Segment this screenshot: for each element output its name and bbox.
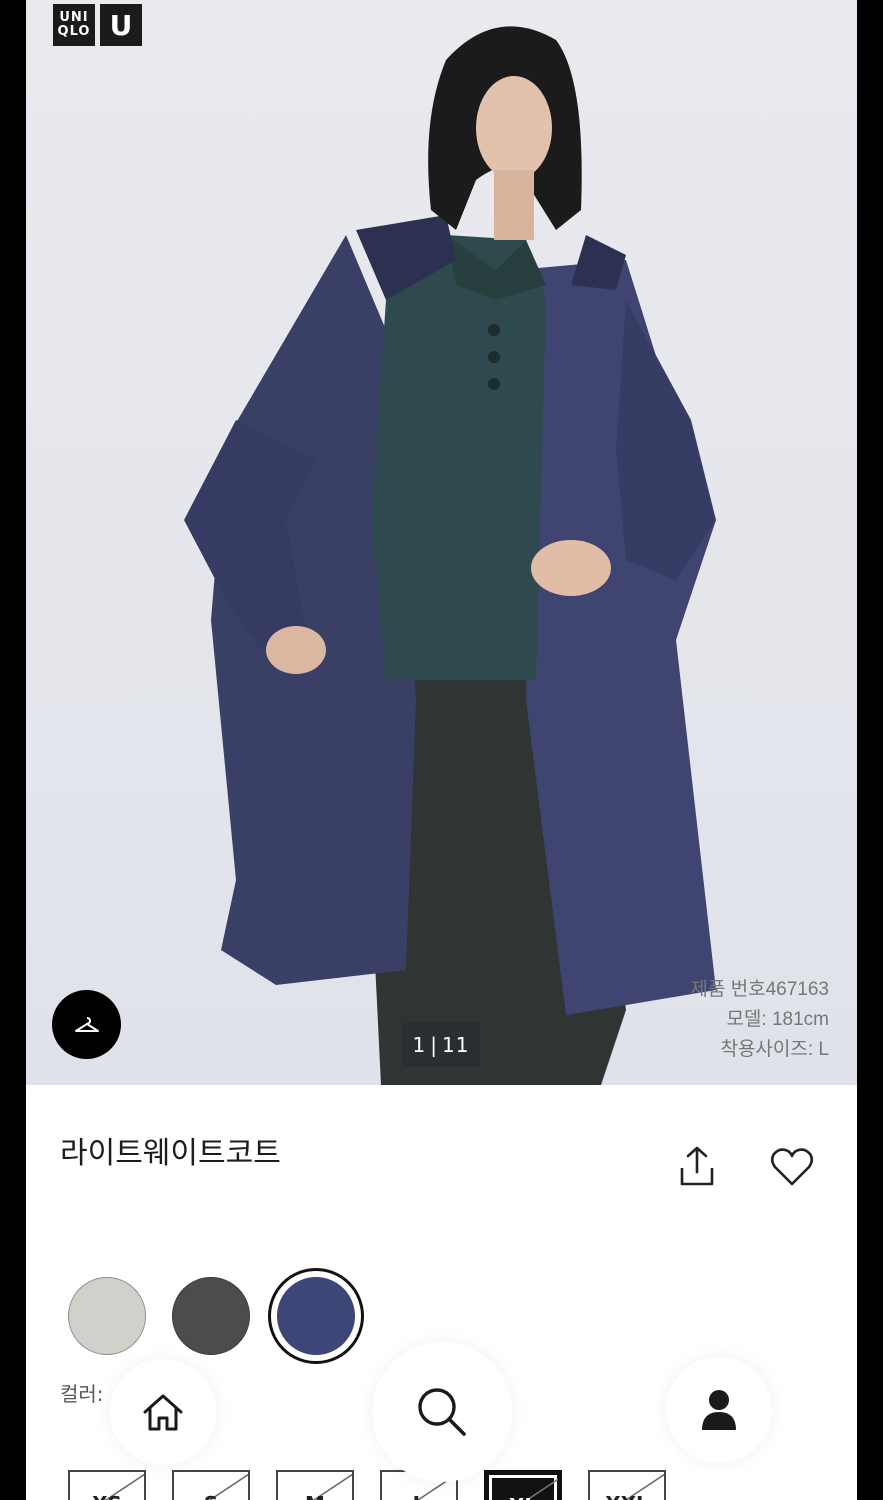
image-total: 11: [442, 1033, 470, 1057]
user-icon: [702, 1390, 736, 1430]
size-selector: XS S M L XL XXL: [68, 1470, 666, 1500]
color-label: 컬러:: [60, 1382, 104, 1406]
model-height: 모델: 181cm: [726, 1009, 829, 1030]
favorite-button[interactable]: [768, 1144, 816, 1190]
photo-meta: 제품 번호467163 모델: 181cm 착용사이즈: L: [690, 975, 829, 1065]
try-on-button[interactable]: [52, 990, 121, 1059]
share-button[interactable]: [674, 1144, 720, 1190]
product-title: 라이트웨이트코트: [60, 1136, 281, 1171]
image-current: 1: [412, 1033, 427, 1057]
size-option-s[interactable]: S: [172, 1470, 250, 1500]
share-icon: [680, 1146, 714, 1186]
nav-home-button[interactable]: [110, 1359, 216, 1465]
product-page: UNI QLO U 1 | 11 제품 번호467163 모델: 181cm 착…: [26, 0, 857, 1500]
size-option-xs[interactable]: XS: [68, 1470, 146, 1500]
color-swatch-navy: [277, 1277, 355, 1355]
search-icon: [418, 1388, 466, 1436]
hanger-icon: [74, 1016, 99, 1032]
color-swatch-navy-selected[interactable]: [268, 1268, 364, 1364]
size-option-m[interactable]: M: [276, 1470, 354, 1500]
color-swatch-light-gray[interactable]: [68, 1277, 146, 1355]
uniqlo-u-logo[interactable]: UNI QLO U: [53, 4, 142, 46]
heart-icon: [770, 1148, 814, 1186]
size-option-xxl[interactable]: XXL: [588, 1470, 666, 1500]
size-option-xl[interactable]: XL: [484, 1470, 562, 1500]
home-icon: [143, 1394, 183, 1431]
color-swatch-dark-gray[interactable]: [172, 1277, 250, 1355]
nav-search-button[interactable]: [372, 1342, 512, 1482]
product-number: 제품 번호467163: [690, 979, 829, 1000]
wear-size: 착용사이즈: L: [720, 1039, 829, 1060]
product-image-gallery[interactable]: UNI QLO U 1 | 11 제품 번호467163 모델: 181cm 착…: [26, 0, 857, 1085]
image-counter: 1 | 11: [402, 1023, 480, 1067]
product-photo: [184, 26, 716, 1085]
u-logo: U: [100, 4, 142, 46]
nav-account-button[interactable]: [666, 1357, 772, 1463]
uniqlo-logo: UNI QLO: [53, 4, 95, 46]
